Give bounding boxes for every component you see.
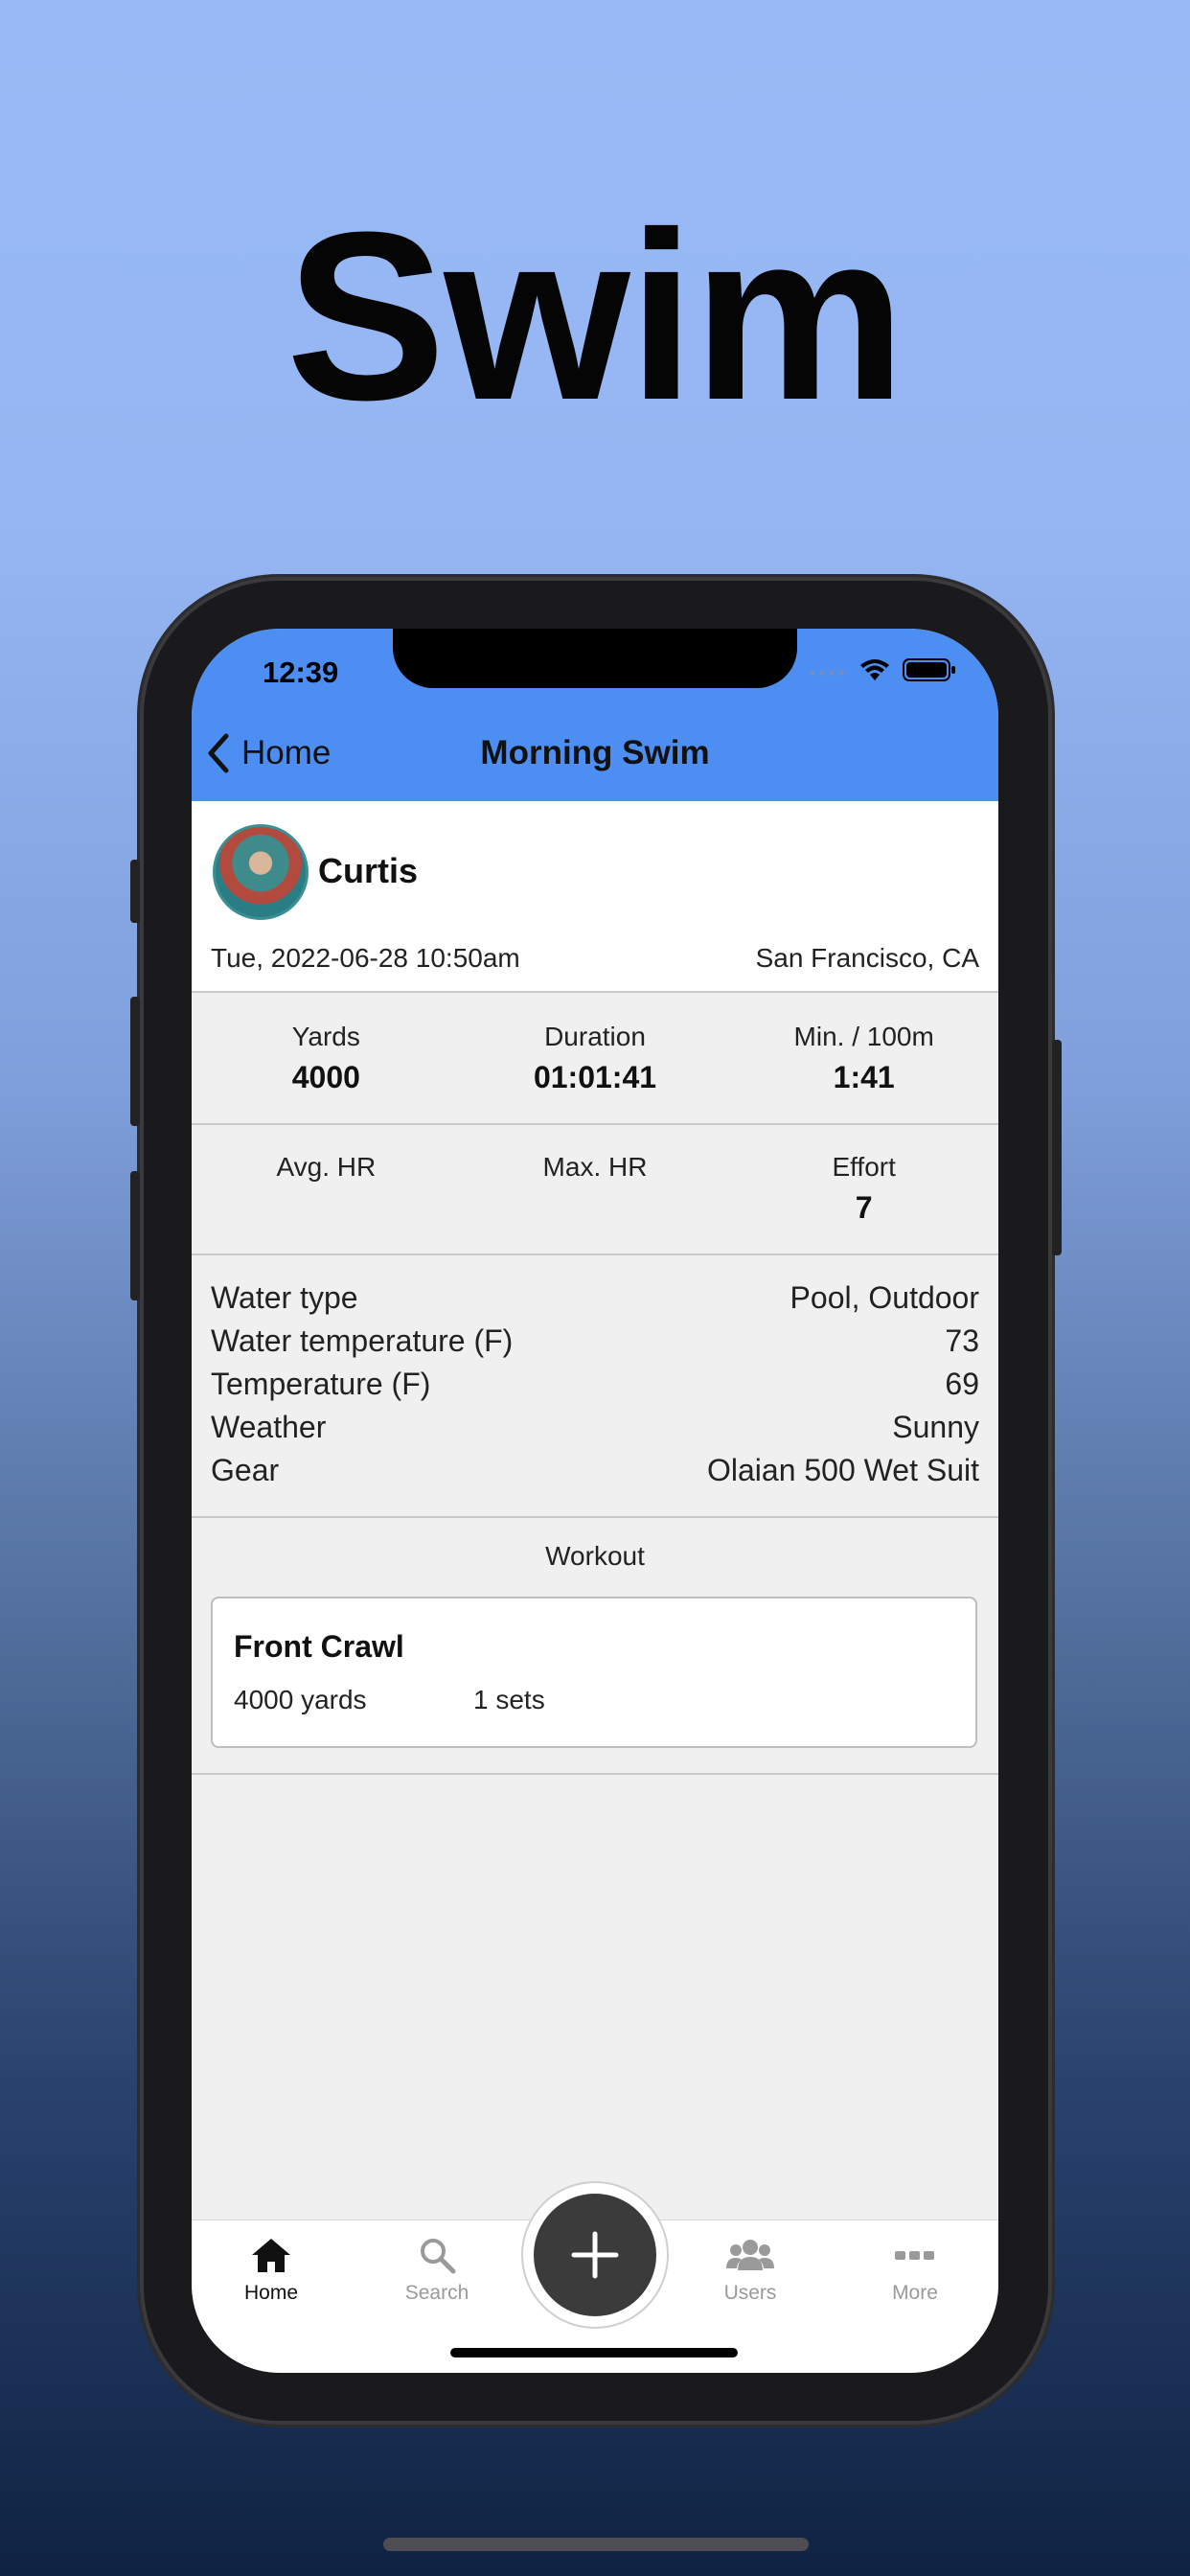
tab-more[interactable]: More (858, 2220, 973, 2305)
stat-label: Max. HR (542, 1152, 648, 1182)
detail-value: Pool, Outdoor (790, 1280, 979, 1315)
detail-row-weather: Weather Sunny (211, 1408, 979, 1451)
plus-icon (571, 2231, 619, 2279)
navigation-bar: 12:39 Home Morning Swim (192, 629, 998, 801)
stat-label: Avg. HR (276, 1152, 377, 1182)
status-icons (809, 657, 956, 682)
detail-row-gear: Gear Olaian 500 Wet Suit (211, 1451, 979, 1494)
detail-label: Gear (211, 1453, 280, 1487)
detail-label: Weather (211, 1410, 327, 1444)
add-workout-button[interactable] (534, 2194, 656, 2316)
phone-screen: 12:39 Home Morning Swim Curtis Tue, 2022… (192, 629, 998, 2373)
stat-label: Effort (832, 1152, 896, 1182)
stat-duration: Duration 01:01:41 (461, 995, 730, 1123)
power-button (1052, 1040, 1062, 1255)
stat-value: 01:01:41 (533, 1060, 657, 1094)
users-icon (726, 2240, 774, 2270)
stats-row-primary: Yards 4000 Duration 01:01:41 Min. / 100m… (192, 995, 998, 1125)
stat-value: 4000 (291, 1060, 360, 1094)
tab-label: Users (723, 2282, 777, 2304)
workout-item-name: Front Crawl (234, 1629, 404, 1664)
stat-label: Yards (291, 1022, 360, 1051)
detail-value: Sunny (892, 1410, 979, 1444)
detail-label: Temperature (F) (211, 1367, 431, 1401)
stat-pace: Min. / 100m 1:41 (729, 995, 998, 1123)
stat-value: 7 (855, 1190, 873, 1225)
stat-avg-hr: Avg. HR (192, 1125, 461, 1254)
home-indicator[interactable] (450, 2348, 738, 2358)
notch (393, 629, 797, 688)
tab-users[interactable]: Users (693, 2220, 808, 2305)
volume-up-button (130, 997, 140, 1126)
battery-icon (903, 658, 955, 681)
stat-value: 1:41 (833, 1060, 895, 1094)
workout-item-sets: 1 sets (473, 1685, 545, 1714)
wifi-icon (860, 659, 889, 680)
search-icon (421, 2239, 456, 2274)
more-icon (895, 2251, 934, 2260)
workout-section-title: Workout (545, 1541, 645, 1571)
detail-value: 73 (945, 1323, 979, 1358)
stat-label: Duration (544, 1022, 646, 1051)
detail-row-temperature: Temperature (F) 69 (211, 1365, 979, 1408)
page-title: Morning Swim (480, 734, 710, 771)
detail-value: Olaian 500 Wet Suit (706, 1453, 979, 1487)
tab-search[interactable]: Search (379, 2220, 494, 2305)
detail-row-water-temperature: Water temperature (F) 73 (211, 1322, 979, 1365)
volume-down-button (130, 1171, 140, 1300)
user-name[interactable]: Curtis (318, 851, 418, 891)
stat-yards: Yards 4000 (192, 995, 461, 1123)
workout-details: Water type Pool, Outdoor Water temperatu… (192, 1254, 998, 1518)
post-date: Tue, 2022-06-28 10:50am (211, 943, 520, 973)
status-time: 12:39 (263, 656, 339, 689)
tab-home[interactable]: Home (214, 2220, 329, 2305)
detail-row-water-type: Water type Pool, Outdoor (211, 1278, 979, 1322)
detail-value: 69 (945, 1367, 979, 1401)
tab-label: Home (243, 2282, 299, 2304)
home-icon (252, 2239, 290, 2272)
cellular-signal-icon (810, 670, 844, 676)
page-home-indicator (383, 2538, 809, 2551)
mute-switch (130, 860, 140, 923)
post-header: Curtis Tue, 2022-06-28 10:50am San Franc… (192, 801, 998, 993)
post-location: San Francisco, CA (755, 943, 979, 973)
tab-label: More (892, 2282, 938, 2304)
stats-row-secondary: Avg. HR Max. HR Effort 7 (192, 1125, 998, 1255)
stat-effort: Effort 7 (729, 1125, 998, 1254)
promo-headline: Swim (286, 182, 906, 449)
workout-item-yards: 4000 yards (234, 1685, 367, 1714)
workout-item-card[interactable]: Front Crawl 4000 yards 1 sets (211, 1597, 977, 1748)
stat-max-hr: Max. HR (461, 1125, 730, 1254)
detail-label: Water temperature (F) (211, 1323, 514, 1358)
detail-label: Water type (211, 1280, 358, 1315)
avatar[interactable] (213, 824, 309, 920)
tab-label: Search (404, 2282, 469, 2304)
stat-label: Min. / 100m (793, 1022, 934, 1051)
section-divider (192, 1773, 998, 1775)
